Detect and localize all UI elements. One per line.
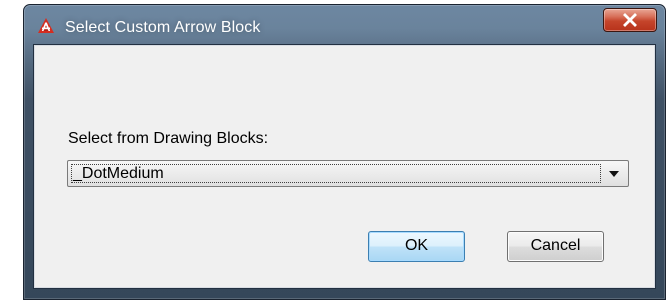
close-icon	[623, 13, 637, 27]
chevron-down-icon	[609, 171, 619, 177]
selected-block-value: _DotMedium	[73, 165, 164, 182]
dialog-body: Select from Drawing Blocks: _DotMedium O…	[33, 44, 656, 289]
dialog-window: Select Custom Arrow Block Select from Dr…	[23, 4, 666, 300]
close-button[interactable]	[603, 8, 657, 32]
cancel-button[interactable]: Cancel	[507, 231, 604, 262]
drawing-blocks-label: Select from Drawing Blocks:	[68, 130, 269, 147]
drawing-blocks-dropdown[interactable]: _DotMedium	[67, 160, 629, 187]
autocad-logo-icon	[38, 18, 54, 33]
desktop-background	[0, 0, 23, 302]
ok-button[interactable]: OK	[368, 231, 465, 262]
dialog-title: Select Custom Arrow Block	[65, 19, 261, 36]
